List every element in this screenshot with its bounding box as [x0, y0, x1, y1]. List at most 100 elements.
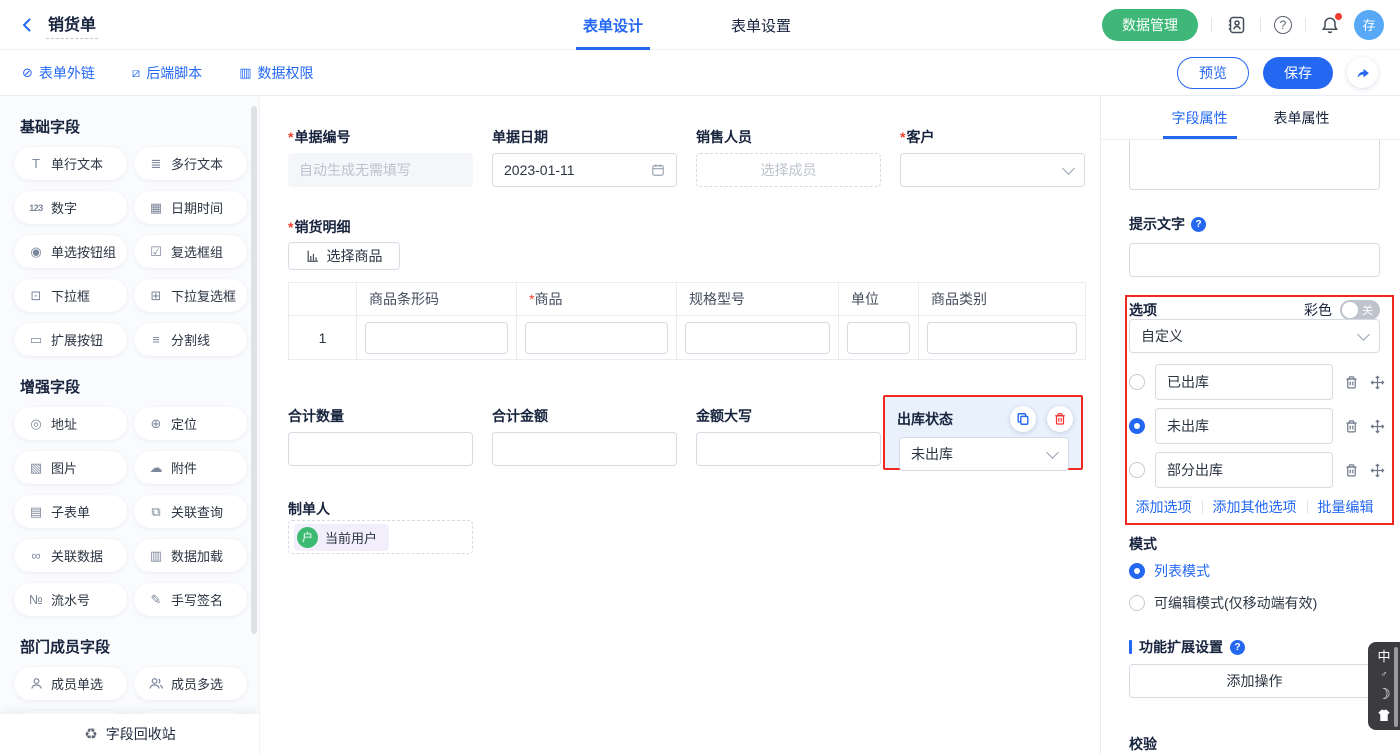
- mode-option-1[interactable]: 列表模式: [1129, 561, 1317, 581]
- member-single-icon: [27, 677, 45, 690]
- notification-bell-icon[interactable]: [1319, 14, 1341, 36]
- cell-input[interactable]: [685, 322, 830, 354]
- panel-tab-1[interactable]: 字段属性: [1172, 96, 1228, 139]
- table-cell-单位[interactable]: [839, 316, 919, 360]
- option-radio[interactable]: [1129, 462, 1145, 478]
- panel-tab-2[interactable]: 表单属性: [1274, 96, 1330, 139]
- field-type-成员多选[interactable]: 成员多选: [134, 667, 247, 700]
- field-type-流水号[interactable]: №流水号: [14, 583, 127, 616]
- mode-radio[interactable]: [1129, 595, 1145, 611]
- field-type-日期时间[interactable]: ▦日期时间: [134, 191, 247, 224]
- header-tab-2[interactable]: 表单设置: [731, 0, 791, 50]
- field-input-合计金额[interactable]: [492, 432, 677, 466]
- field-type-分割线[interactable]: ≡分割线: [134, 323, 247, 356]
- drag-option-icon[interactable]: [1370, 375, 1385, 390]
- field-type-地址[interactable]: ◎地址: [14, 407, 127, 440]
- field-type-定位[interactable]: ⊕定位: [134, 407, 247, 440]
- field-type-子表单[interactable]: ▤子表单: [14, 495, 127, 528]
- hint-text-label: 提示文字 ?: [1129, 214, 1206, 234]
- option-value-input[interactable]: 部分出库: [1155, 452, 1333, 488]
- drag-option-icon[interactable]: [1370, 463, 1385, 478]
- dark-mode-moon-icon[interactable]: ☽: [1377, 687, 1390, 702]
- color-toggle[interactable]: 关: [1340, 300, 1380, 320]
- field-input-单据日期[interactable]: 2023-01-11: [492, 153, 677, 187]
- table-cell-商品[interactable]: [517, 316, 677, 360]
- option-value-input[interactable]: 已出库: [1155, 364, 1333, 400]
- link-添加其他选项[interactable]: 添加其他选项: [1213, 497, 1297, 517]
- delete-option-icon[interactable]: [1344, 375, 1359, 390]
- sidebar-scrollbar[interactable]: [251, 106, 257, 634]
- field-type-扩展按钮[interactable]: ▭扩展按钮: [14, 323, 127, 356]
- field-input-销售人员[interactable]: 选择成员: [696, 153, 881, 187]
- cell-input[interactable]: [847, 322, 910, 354]
- extension-help-icon[interactable]: ?: [1230, 640, 1245, 655]
- field-input-单据编号[interactable]: 自动生成无需填写: [288, 153, 473, 187]
- select-product-button[interactable]: 选择商品: [288, 242, 400, 270]
- save-button[interactable]: 保存: [1263, 57, 1333, 89]
- delete-option-icon[interactable]: [1344, 419, 1359, 434]
- delete-field-button[interactable]: [1047, 406, 1073, 432]
- copy-field-button[interactable]: [1010, 406, 1036, 432]
- toolbar-link-后端脚本[interactable]: ⧄后端脚本: [132, 63, 202, 83]
- field-type-下拉框[interactable]: ⊡下拉框: [14, 279, 127, 312]
- field-type-成员单选[interactable]: 成员单选: [14, 667, 127, 700]
- field-type-多行文本[interactable]: ≣多行文本: [134, 147, 247, 180]
- selected-field-outbound-status[interactable]: 出库状态 未出库: [883, 395, 1083, 470]
- field-type-label: 关联数据: [51, 546, 103, 565]
- field-input-金额大写[interactable]: [696, 432, 881, 466]
- field-type-下拉复选框[interactable]: ⊞下拉复选框: [134, 279, 247, 312]
- mode-option-2[interactable]: 可编辑模式(仅移动端有效): [1129, 593, 1317, 613]
- table-cell-商品类别[interactable]: [919, 316, 1086, 360]
- field-type-图片[interactable]: ▧图片: [14, 451, 127, 484]
- drag-option-icon[interactable]: [1370, 419, 1385, 434]
- field-type-单行文本[interactable]: T单行文本: [14, 147, 127, 180]
- options-source-select[interactable]: 自定义: [1129, 319, 1380, 353]
- field-type-数据加载[interactable]: ▥数据加载: [134, 539, 247, 572]
- toolbar-link-表单外链[interactable]: ⊘表单外链: [22, 63, 95, 83]
- panel-scrollbar[interactable]: [1394, 647, 1398, 727]
- hint-text-input[interactable]: [1129, 243, 1380, 277]
- form-title[interactable]: 销货单: [46, 11, 98, 39]
- required-star: *: [529, 291, 534, 307]
- cell-input[interactable]: [525, 322, 668, 354]
- help-icon[interactable]: ?: [1274, 16, 1292, 34]
- contact-book-icon[interactable]: [1225, 14, 1247, 36]
- theme-shirt-icon[interactable]: [1377, 709, 1391, 722]
- link-添加选项[interactable]: 添加选项: [1136, 497, 1192, 517]
- header-tab-1[interactable]: 表单设计: [583, 0, 643, 50]
- link-批量编辑[interactable]: 批量编辑: [1318, 497, 1374, 517]
- back-icon[interactable]: [16, 14, 38, 36]
- share-button[interactable]: [1347, 57, 1378, 88]
- delete-option-icon[interactable]: [1344, 463, 1359, 478]
- field-type-单选按钮组[interactable]: ◉单选按钮组: [14, 235, 127, 268]
- table-cell-商品条形码[interactable]: [357, 316, 517, 360]
- field-type-手写签名[interactable]: ✎手写签名: [134, 583, 247, 616]
- cell-input[interactable]: [927, 322, 1077, 354]
- language-icon[interactable]: 中: [1377, 650, 1390, 663]
- creator-field[interactable]: 户 当前用户: [288, 520, 473, 554]
- preview-button[interactable]: 预览: [1177, 57, 1249, 89]
- divider: [1260, 18, 1261, 32]
- male-icon[interactable]: ♂: [1381, 670, 1388, 679]
- field-type-数字[interactable]: 123数字: [14, 191, 127, 224]
- add-operation-button[interactable]: 添加操作: [1129, 664, 1380, 698]
- field-type-复选框组[interactable]: ☑复选框组: [134, 235, 247, 268]
- cell-input[interactable]: [365, 322, 508, 354]
- field-input-合计数量[interactable]: [288, 432, 473, 466]
- outbound-status-select[interactable]: 未出库: [899, 437, 1069, 471]
- field-type-关联数据[interactable]: ∞关联数据: [14, 539, 127, 572]
- data-manage-button[interactable]: 数据管理: [1102, 9, 1198, 41]
- option-radio[interactable]: [1129, 374, 1145, 390]
- table-cell-规格型号[interactable]: [677, 316, 839, 360]
- field-name-input[interactable]: [1129, 140, 1380, 190]
- user-avatar[interactable]: 存: [1354, 10, 1384, 40]
- field-recycle-bin[interactable]: ♻ 字段回收站: [0, 714, 260, 754]
- option-radio[interactable]: [1129, 418, 1145, 434]
- mode-radio[interactable]: [1129, 563, 1145, 579]
- field-input-客户[interactable]: [900, 153, 1085, 187]
- field-type-附件[interactable]: ☁附件: [134, 451, 247, 484]
- toolbar-link-数据权限[interactable]: ▥数据权限: [239, 63, 313, 83]
- option-value-input[interactable]: 未出库: [1155, 408, 1333, 444]
- hint-help-icon[interactable]: ?: [1191, 217, 1206, 232]
- field-type-关联查询[interactable]: ⧉关联查询: [134, 495, 247, 528]
